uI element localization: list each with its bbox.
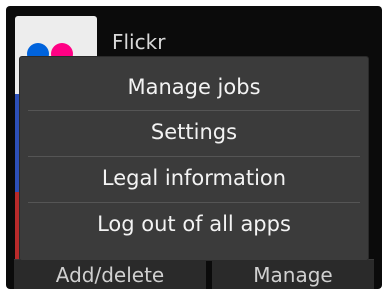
manage-button[interactable]: Manage	[212, 259, 374, 289]
menu-item-legal-information[interactable]: Legal information	[28, 156, 360, 201]
menu-item-settings[interactable]: Settings	[28, 110, 360, 155]
app-name-label: Flickr	[112, 30, 166, 54]
options-menu: Manage jobs Settings Legal information L…	[20, 57, 368, 260]
menu-item-log-out-all-apps[interactable]: Log out of all apps	[28, 202, 360, 247]
menu-item-manage-jobs[interactable]: Manage jobs	[28, 65, 360, 110]
add-delete-button[interactable]: Add/delete	[14, 259, 206, 289]
device-screen: Flickr Add/delete Manage Manage jobs Set…	[6, 6, 382, 289]
